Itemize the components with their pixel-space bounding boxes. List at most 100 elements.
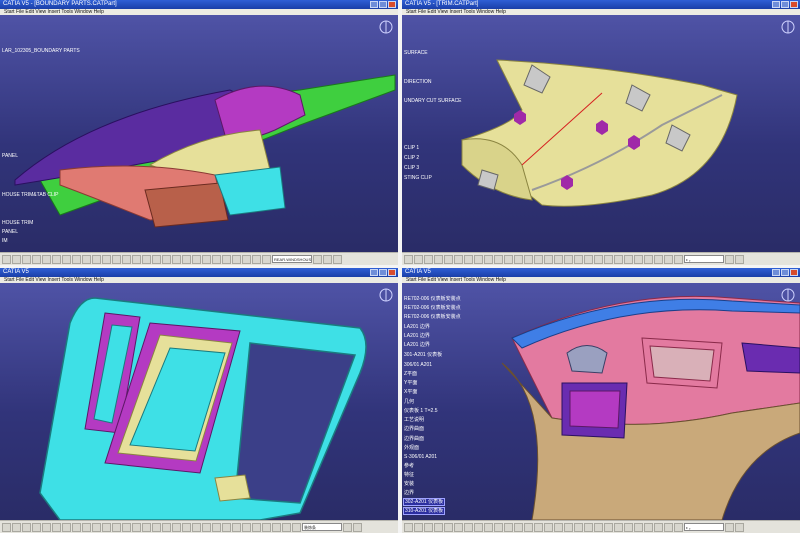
tree-node[interactable]: LA201 边界: [404, 333, 430, 339]
toolbar-button-icon[interactable]: [634, 522, 643, 532]
toolbar-button-icon[interactable]: [52, 254, 61, 264]
tree-node[interactable]: LA201 边界: [404, 324, 430, 330]
toolbar-button-icon[interactable]: [132, 254, 141, 264]
toolbar-button-icon[interactable]: [82, 254, 91, 264]
tree-node[interactable]: LA201 边界: [404, 342, 430, 348]
toolbar-button-icon[interactable]: [634, 254, 643, 264]
toolbar-button-icon[interactable]: [52, 522, 61, 532]
toolbar-button-icon[interactable]: [202, 522, 211, 532]
window-close-icon[interactable]: [388, 1, 396, 8]
tree-node[interactable]: 参考: [404, 463, 414, 469]
toolbar-button-icon[interactable]: [624, 254, 633, 264]
toolbar-button-icon[interactable]: [424, 522, 433, 532]
toolbar-button-icon[interactable]: [72, 522, 81, 532]
toolbar-button-icon[interactable]: [725, 522, 734, 532]
toolbar-button-icon[interactable]: [544, 254, 553, 264]
toolbar-button-icon[interactable]: [112, 254, 121, 264]
toolbar-button-icon[interactable]: [32, 522, 41, 532]
tree-node[interactable]: DIRECTION: [404, 79, 432, 85]
window-close-icon[interactable]: [790, 269, 798, 276]
tree-node[interactable]: X平面: [404, 389, 417, 395]
toolbar-button-icon[interactable]: [674, 522, 683, 532]
toolbar-button-icon[interactable]: [122, 522, 131, 532]
toolbar-button-icon[interactable]: [414, 254, 423, 264]
toolbar-button-icon[interactable]: [192, 522, 201, 532]
toolbar-button-icon[interactable]: [323, 254, 332, 264]
selection-dropdown[interactable]: ε 。: [684, 523, 724, 531]
selection-dropdown[interactable]: 装饰条: [302, 523, 342, 531]
toolbar-button-icon[interactable]: [22, 254, 31, 264]
tree-node[interactable]: 安装: [404, 481, 414, 487]
window-minimize-icon[interactable]: [772, 1, 780, 8]
toolbar-button-icon[interactable]: [454, 522, 463, 532]
toolbar-button-icon[interactable]: [504, 254, 513, 264]
toolbar-button-icon[interactable]: [232, 254, 241, 264]
toolbar-button-icon[interactable]: [32, 254, 41, 264]
toolbar-button-icon[interactable]: [514, 522, 523, 532]
toolbar-button-icon[interactable]: [584, 254, 593, 264]
toolbar-button-icon[interactable]: [604, 522, 613, 532]
window-maximize-icon[interactable]: [781, 1, 789, 8]
toolbar-button-icon[interactable]: [414, 522, 423, 532]
toolbar-button-icon[interactable]: [584, 522, 593, 532]
toolbar-button-icon[interactable]: [735, 522, 744, 532]
toolbar-button-icon[interactable]: [182, 522, 191, 532]
console-bezel-model[interactable]: [0, 283, 398, 520]
toolbar-button-icon[interactable]: [484, 522, 493, 532]
toolbar-button-icon[interactable]: [12, 522, 21, 532]
tree-node[interactable]: RE702-006 仪表板安装点: [404, 305, 461, 311]
3d-viewport[interactable]: RE702-006 仪表板安装点 RE702-006 仪表板安装点 RE702-…: [402, 283, 800, 520]
tree-node[interactable]: PANEL: [2, 153, 18, 159]
toolbar-button-icon[interactable]: [162, 254, 171, 264]
viewer-bottom-left[interactable]: CATIA V5 Start File Edit View Insert Too…: [0, 268, 398, 533]
toolbar-button-icon[interactable]: [62, 254, 71, 264]
toolbar-button-icon[interactable]: [654, 522, 663, 532]
toolbar-button-icon[interactable]: [242, 254, 251, 264]
toolbar-button-icon[interactable]: [534, 254, 543, 264]
toolbar-button-icon[interactable]: [494, 254, 503, 264]
compass-icon[interactable]: [781, 20, 795, 34]
toolbar-button-icon[interactable]: [272, 522, 281, 532]
toolbar-button-icon[interactable]: [152, 522, 161, 532]
toolbar-button-icon[interactable]: [92, 254, 101, 264]
tree-node[interactable]: Z平面: [404, 371, 417, 377]
toolbar-button-icon[interactable]: [2, 254, 11, 264]
toolbar-button-icon[interactable]: [554, 522, 563, 532]
toolbar-button-icon[interactable]: [212, 254, 221, 264]
3d-viewport[interactable]: [0, 283, 398, 520]
toolbar-button-icon[interactable]: [292, 522, 301, 532]
toolbar-button-icon[interactable]: [564, 522, 573, 532]
toolbar-button-icon[interactable]: [343, 522, 352, 532]
toolbar-button-icon[interactable]: [142, 522, 151, 532]
toolbar-button-icon[interactable]: [434, 254, 443, 264]
toolbar-button-icon[interactable]: [524, 254, 533, 264]
tree-node[interactable]: CLIP 1: [404, 145, 419, 151]
tree-node[interactable]: 302-A201 仪表板: [402, 498, 446, 506]
toolbar-button-icon[interactable]: [574, 254, 583, 264]
toolbar-button-icon[interactable]: [112, 522, 121, 532]
toolbar-button-icon[interactable]: [654, 254, 663, 264]
toolbar-button-icon[interactable]: [454, 254, 463, 264]
tree-node[interactable]: UNDARY CUT SURFACE: [404, 98, 462, 104]
toolbar-button-icon[interactable]: [313, 254, 322, 264]
toolbar-button-icon[interactable]: [262, 522, 271, 532]
tree-node[interactable]: IM: [2, 238, 8, 244]
tree-node[interactable]: SURFACE: [404, 50, 428, 56]
tree-node[interactable]: S·306/01 A201: [404, 454, 437, 460]
toolbar-button-icon[interactable]: [2, 522, 11, 532]
tree-node[interactable]: RE702-006 仪表板安装点: [404, 296, 461, 302]
toolbar-button-icon[interactable]: [102, 522, 111, 532]
toolbar-button-icon[interactable]: [544, 522, 553, 532]
toolbar-button-icon[interactable]: [122, 254, 131, 264]
tree-node[interactable]: LAR_102305_BOUNDARY PARTS: [2, 48, 80, 54]
toolbar-button-icon[interactable]: [102, 254, 111, 264]
toolbar-button-icon[interactable]: [464, 522, 473, 532]
toolbar-button-icon[interactable]: [604, 254, 613, 264]
compass-icon[interactable]: [379, 20, 393, 34]
tree-node[interactable]: 306/01 A201: [404, 362, 432, 368]
toolbar-button-icon[interactable]: [464, 254, 473, 264]
viewer-top-right[interactable]: CATIA V5 - [TRIM.CATPart] Start File Edi…: [402, 0, 800, 265]
toolbar-button-icon[interactable]: [674, 254, 683, 264]
toolbar-button-icon[interactable]: [282, 522, 291, 532]
window-minimize-icon[interactable]: [370, 1, 378, 8]
